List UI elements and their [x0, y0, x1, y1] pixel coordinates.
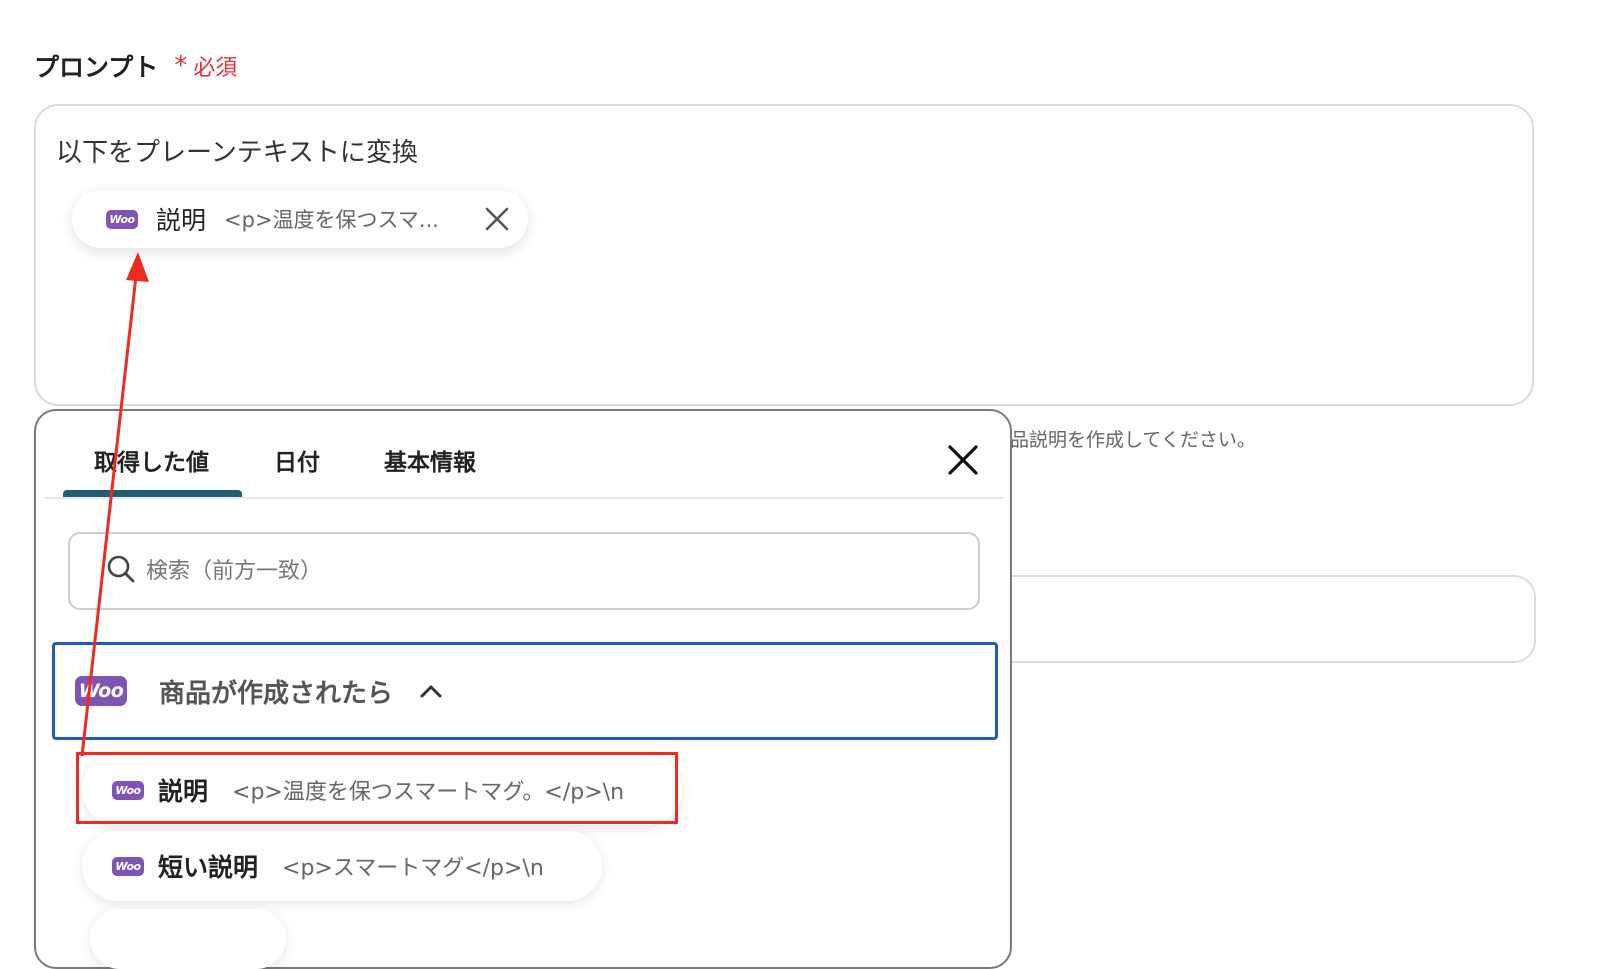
search-field[interactable] [68, 532, 980, 610]
list-item-short-description[interactable]: Woo 短い説明 <p>スマートマグ</p>\n [82, 831, 602, 901]
item-value: <p>温度を保つスマートマグ。</p>\n [232, 780, 625, 805]
list-item-partial[interactable] [90, 909, 286, 969]
tabs-divider [44, 497, 1004, 499]
tab-basic-info[interactable]: 基本情報 [384, 443, 476, 477]
group-header-product-created[interactable]: Woo 商品が作成されたら [52, 642, 998, 740]
item-value: <p>スマートマグ</p>\n [282, 856, 544, 881]
close-icon[interactable] [944, 441, 982, 479]
required-text: 必須 [193, 56, 238, 81]
chip-value: <p>温度を保つスマ... [224, 208, 439, 232]
item-name: 説明 [158, 777, 209, 806]
active-tab-indicator [63, 490, 242, 497]
field-label: プロンプト * 必須 [34, 48, 237, 84]
woo-icon: Woo [75, 676, 127, 706]
background-input[interactable] [1010, 575, 1536, 663]
variable-chip[interactable]: Woo 説明 <p>温度を保つスマ... [72, 190, 528, 248]
woo-icon: Woo [112, 780, 144, 800]
item-name: 短い説明 [158, 853, 259, 882]
prompt-text: 以下をプレーンテキストに変換 [56, 138, 418, 168]
chevron-up-icon [419, 683, 443, 699]
list-item-description[interactable]: Woo 説明 <p>温度を保つスマートマグ。</p>\n [82, 755, 682, 825]
hint-text: 品説明を作成してください。 [1010, 429, 1256, 451]
woo-icon: Woo [112, 856, 144, 876]
required-badge: * 必須 [174, 50, 237, 82]
chip-remove-icon[interactable] [484, 206, 510, 232]
group-title: 商品が作成されたら [159, 678, 394, 709]
required-asterisk: * [174, 51, 188, 81]
field-title: プロンプト [34, 53, 159, 82]
value-picker-panel: 取得した値 日付 基本情報 Woo 商品が作成されたら Woo 説明 <p>温度… [34, 409, 1012, 969]
chip-name: 説明 [156, 206, 207, 235]
search-input[interactable] [144, 557, 848, 585]
tab-bar: 取得した値 日付 基本情報 [36, 411, 1010, 499]
search-icon [106, 554, 136, 588]
woo-icon: Woo [106, 209, 138, 229]
tab-acquired-values[interactable]: 取得した値 [94, 443, 209, 477]
tab-date[interactable]: 日付 [274, 443, 320, 477]
